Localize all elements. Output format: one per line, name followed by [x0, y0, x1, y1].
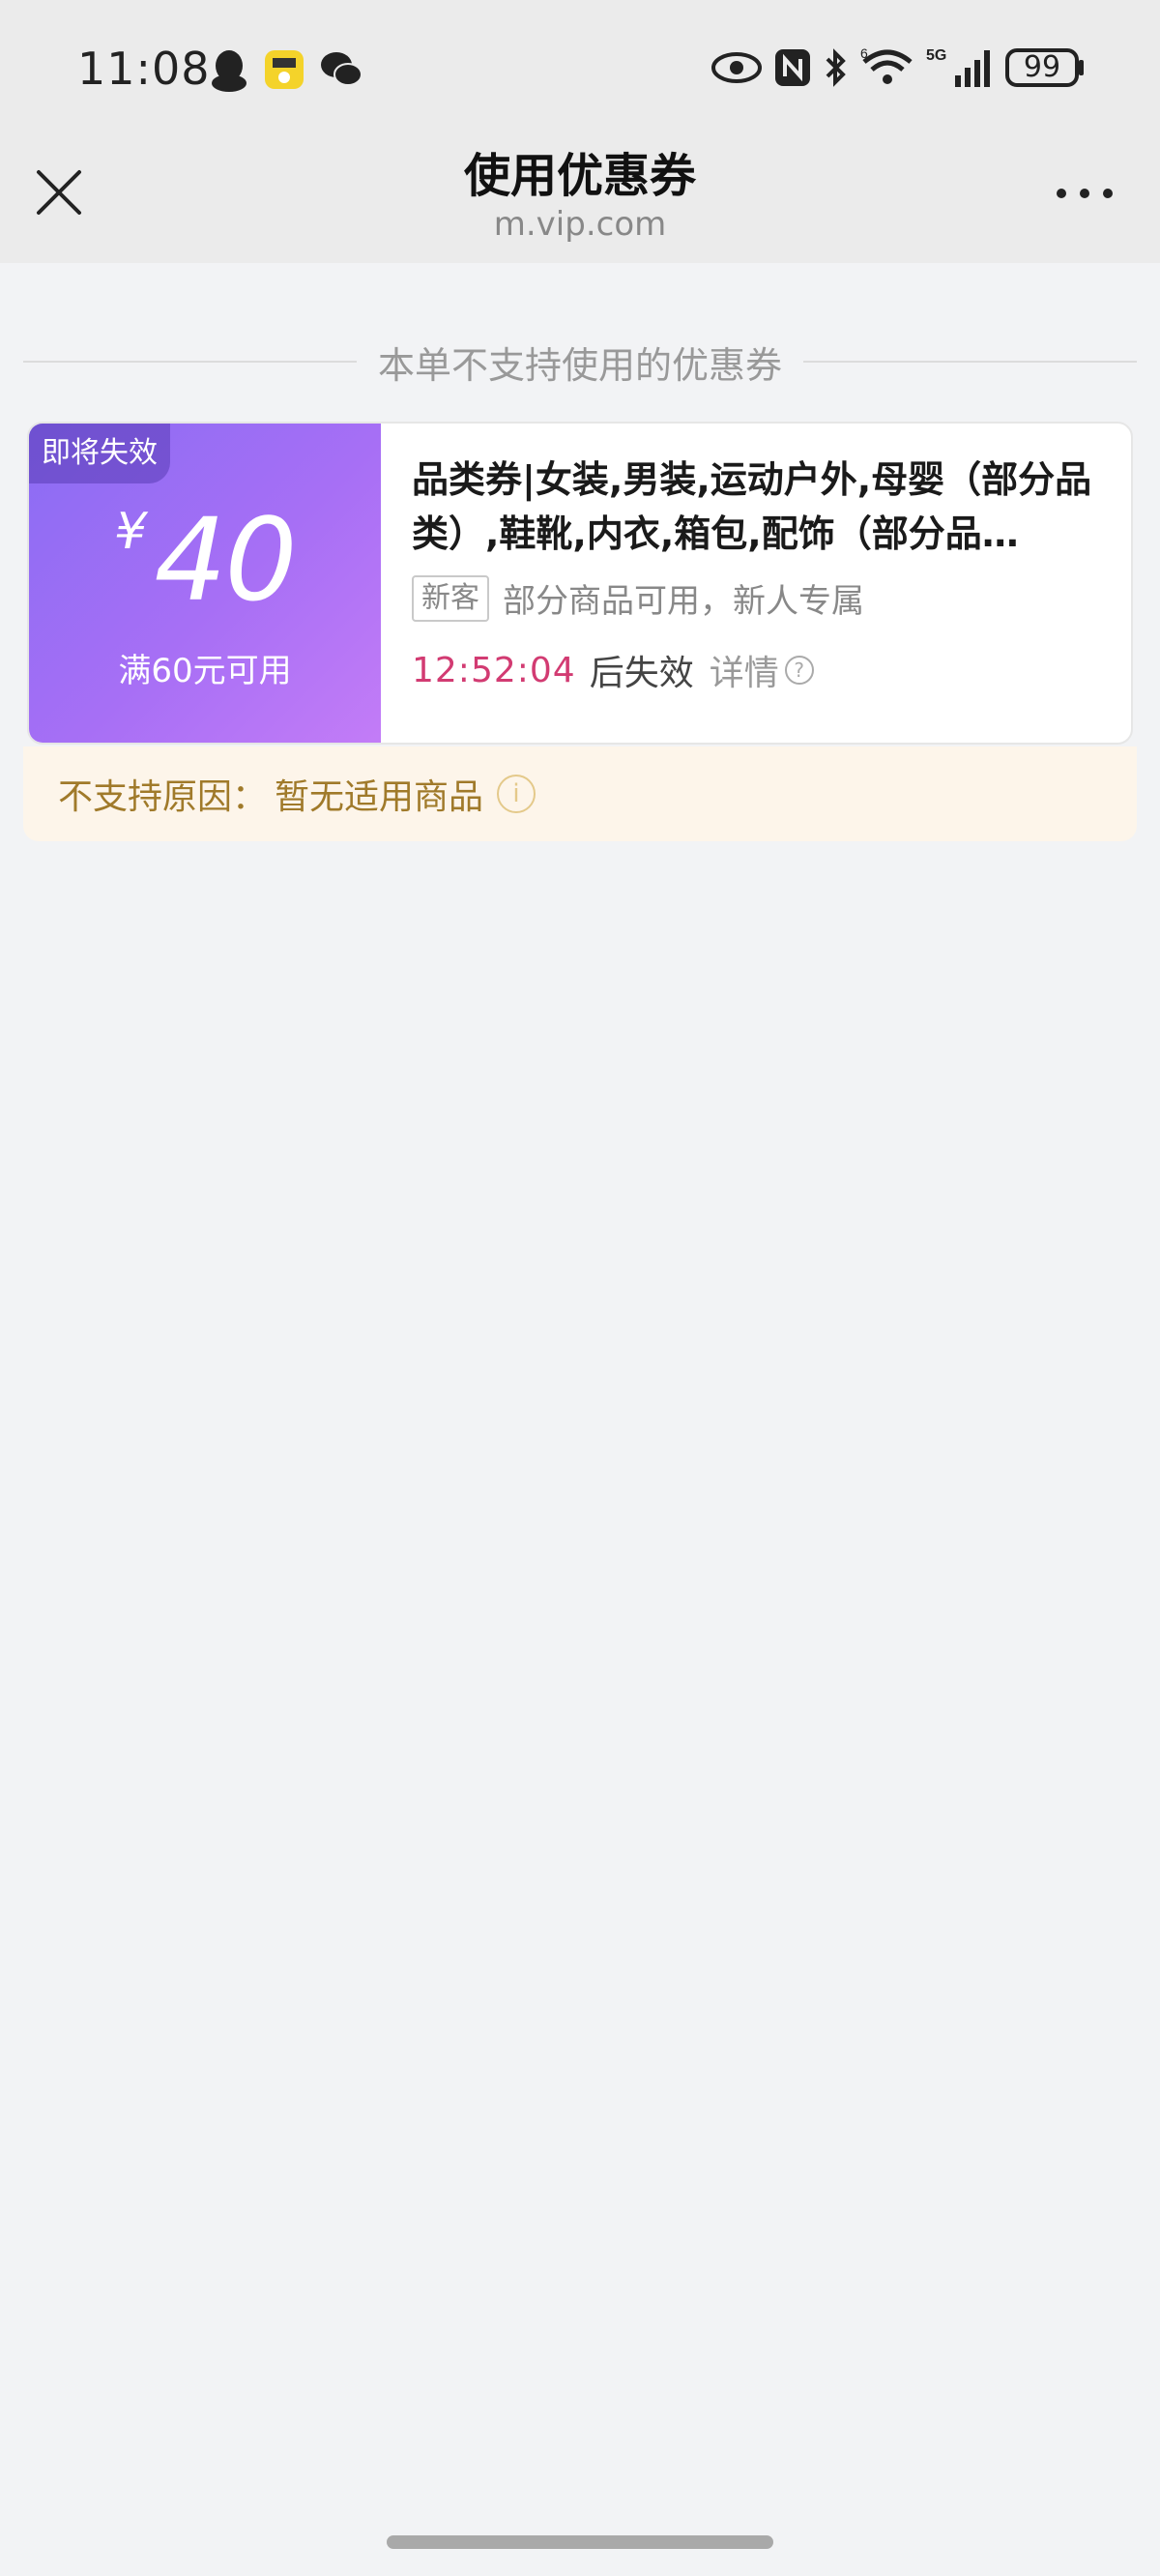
home-indicator[interactable]: [387, 2535, 773, 2549]
countdown-timer: 12:52:04: [412, 650, 576, 690]
detail-link[interactable]: 详情 ?: [710, 645, 814, 695]
system-icons: 6 5G 99: [711, 45, 1085, 93]
status-time: 11:08: [77, 43, 211, 95]
divider-left: [23, 361, 357, 363]
coupon-threshold: 满60元可用: [118, 652, 292, 690]
battery-icon: 99: [1005, 46, 1085, 93]
detail-label: 详情: [709, 654, 779, 693]
question-icon: ?: [784, 656, 814, 685]
coupon-amount: ¥40: [29, 493, 381, 627]
expiring-badge: 即将失效: [29, 424, 170, 483]
status-bar: 11:08 6 5G 99: [0, 0, 1160, 145]
coupon-value-panel: 即将失效 ¥40 满60元可用: [29, 424, 381, 743]
qq-penguin-icon: [209, 48, 249, 97]
notification-icons: [209, 48, 363, 97]
reason-value: 暂无适用商品: [275, 777, 484, 817]
currency-symbol: ¥: [114, 503, 147, 561]
info-icon[interactable]: i: [497, 775, 536, 813]
app-badge-icon: [263, 48, 305, 97]
coupon-title: 品类券|女装,男装,运动户外,母婴（部分品类）,鞋靴,内衣,箱包,配饰（部分品…: [412, 458, 1092, 555]
page-url: m.vip.com: [493, 205, 667, 244]
new-customer-tag: 新客: [412, 574, 489, 622]
coupon-info: 品类券|女装,男装,运动户外,母婴（部分品类）,鞋靴,内衣,箱包,配饰（部分品……: [412, 453, 1127, 695]
page-title: 使用优惠券: [463, 149, 696, 203]
coupon-card[interactable]: 即将失效 ¥40 满60元可用 品类券|女装,男装,运动户外,母婴（部分品类）,…: [27, 422, 1133, 745]
eye-icon: [711, 51, 762, 88]
wechat-icon: [319, 48, 363, 97]
signal-icon: 5G: [926, 46, 994, 93]
section-title: 本单不支持使用的优惠券: [378, 343, 783, 387]
more-icon: [1057, 189, 1113, 198]
divider-right: [803, 361, 1138, 363]
coupon-scope: 部分商品可用，新人专属: [503, 582, 864, 621]
reason-label: 不支持原因：: [58, 777, 268, 817]
amount-value: 40: [154, 493, 297, 627]
battery-level: 99: [1023, 50, 1061, 84]
section-header: 本单不支持使用的优惠券: [23, 333, 1138, 391]
bluetooth-icon: [824, 47, 849, 92]
countdown-suffix: 后失效: [589, 654, 694, 693]
more-button[interactable]: [1048, 174, 1121, 213]
coupon-tag-row: 新客 部分商品可用，新人专属: [412, 574, 1127, 622]
network-type: 5G: [926, 47, 946, 64]
nav-bar: 使用优惠券 m.vip.com: [0, 145, 1160, 263]
coupon-perforation: [375, 424, 389, 743]
wifi-icon: 6: [860, 45, 914, 93]
wifi-badge: 6: [860, 46, 868, 61]
coupon-expiry-row: 12:52:04 后失效 详情 ?: [412, 645, 1127, 695]
nfc-icon: [773, 47, 812, 92]
unsupported-reason: 不支持原因： 暂无适用商品 i: [23, 746, 1137, 841]
